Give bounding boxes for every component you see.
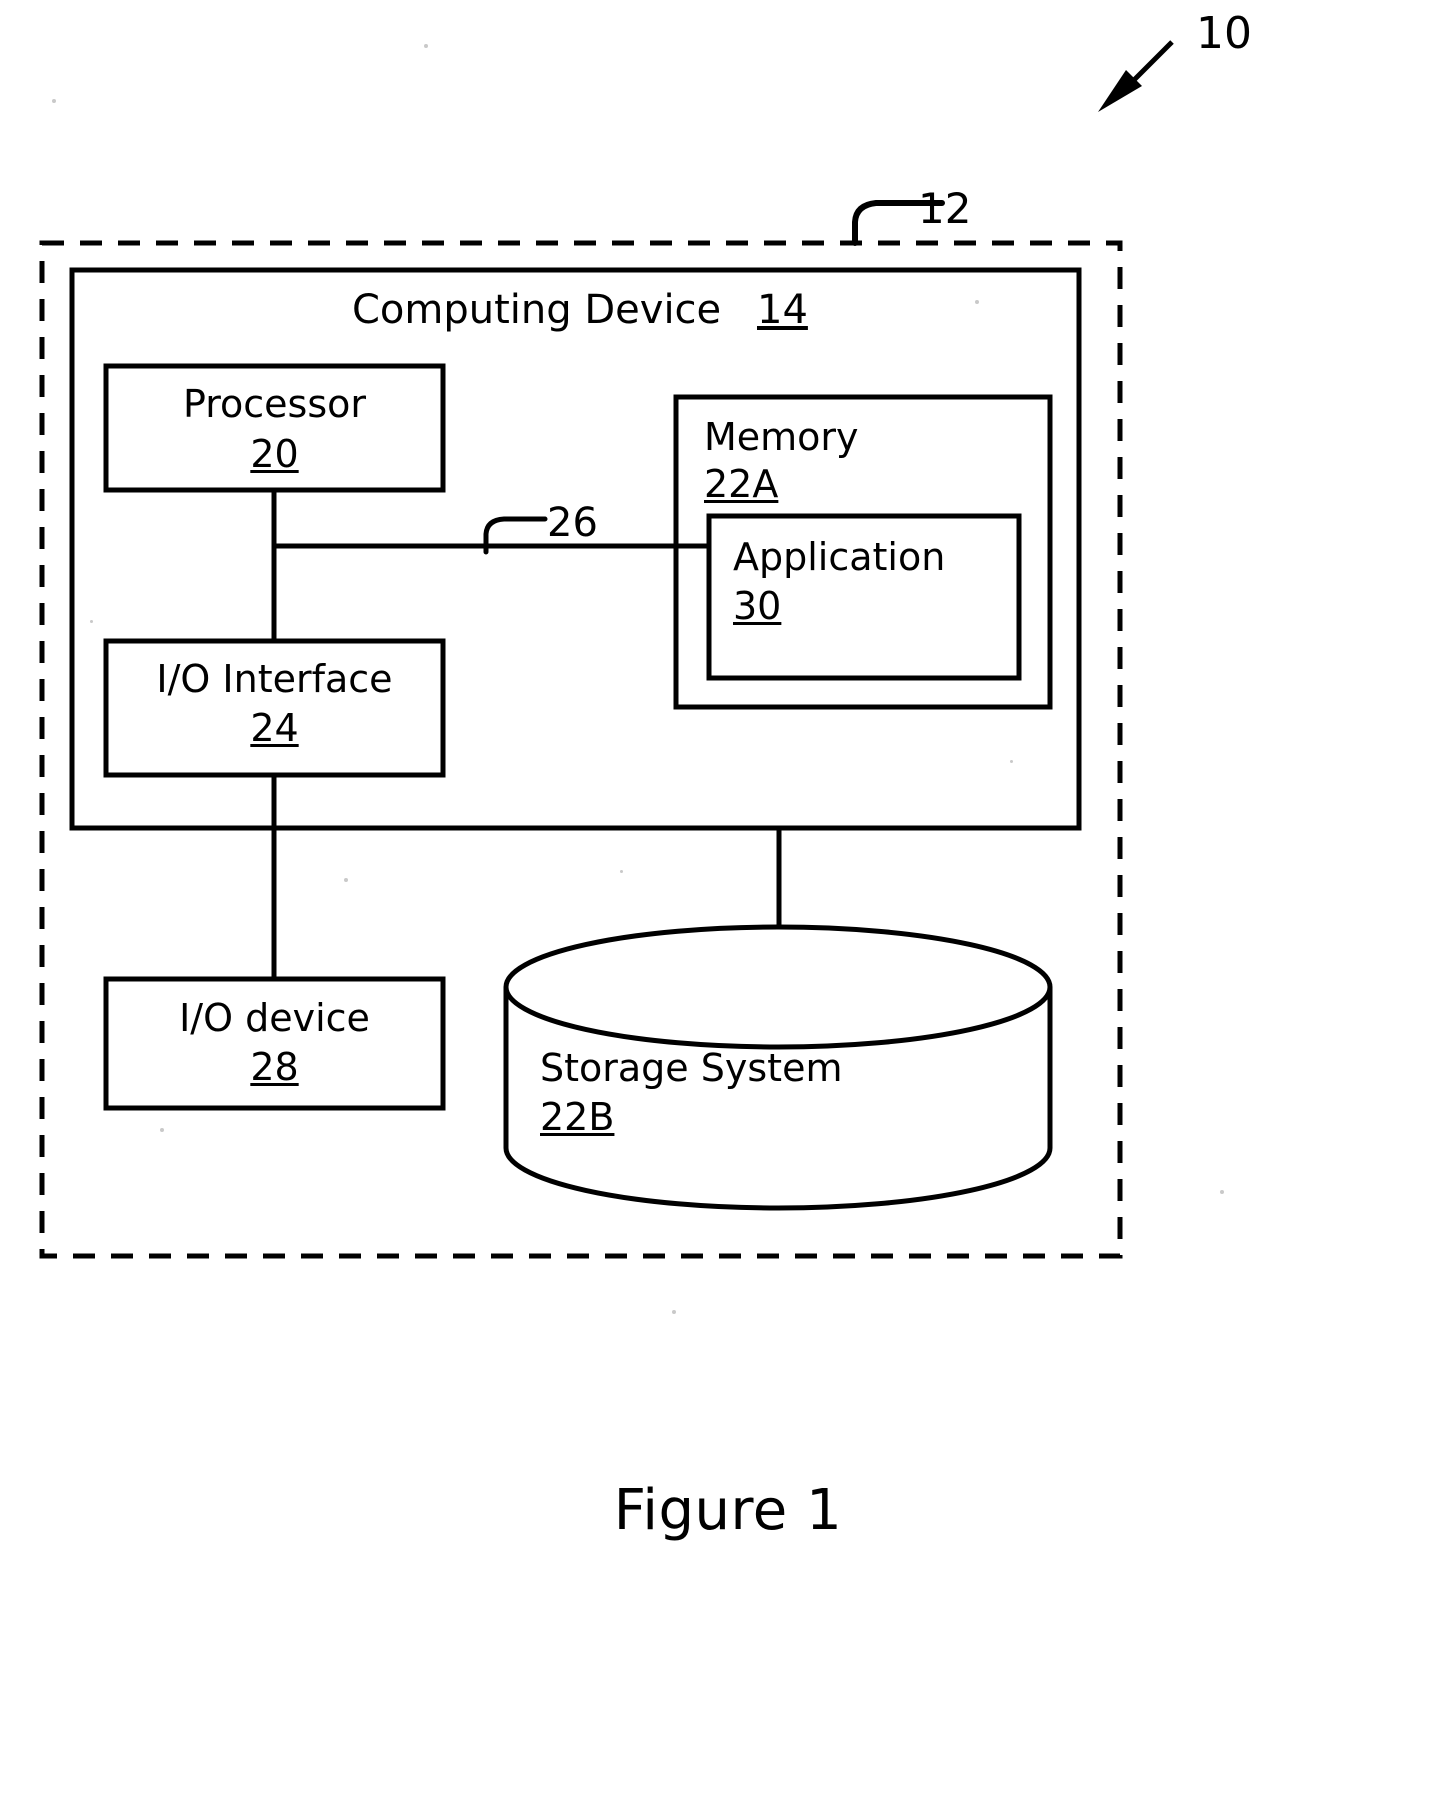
io-device-ref: 28 bbox=[250, 1045, 299, 1089]
processor-label: Processor bbox=[182, 382, 367, 426]
io-interface-ref: 24 bbox=[250, 706, 299, 750]
system-ref-leader-arrow bbox=[1098, 40, 1174, 112]
figure-caption: Figure 1 bbox=[613, 1478, 843, 1543]
storage-system-label: Storage System bbox=[540, 1046, 843, 1090]
figure-canvas: 10 12 Computing Device 14 Processor 20 M… bbox=[0, 0, 1456, 1815]
application-ref: 30 bbox=[733, 584, 782, 628]
computing-device-title: Computing Device bbox=[352, 287, 722, 333]
io-interface-label: I/O Interface bbox=[156, 657, 393, 701]
scan-speck bbox=[52, 99, 56, 103]
scan-speck bbox=[672, 1310, 676, 1314]
scan-speck bbox=[90, 620, 93, 623]
storage-system-ref: 22B bbox=[540, 1095, 615, 1139]
computing-device-ref: 14 bbox=[757, 287, 808, 333]
scan-speck bbox=[424, 44, 428, 48]
scan-speck bbox=[160, 1128, 164, 1132]
scan-speck bbox=[344, 878, 348, 882]
memory-ref: 22A bbox=[704, 462, 779, 506]
io-device-label: I/O device bbox=[179, 996, 370, 1040]
scan-speck bbox=[620, 870, 623, 873]
memory-label: Memory bbox=[704, 415, 859, 459]
scan-speck bbox=[1220, 1190, 1224, 1194]
system-ref-label: 10 bbox=[1196, 8, 1252, 59]
scan-speck bbox=[975, 300, 979, 304]
bus-ref-leader bbox=[483, 516, 548, 555]
bus-ref-label: 26 bbox=[547, 500, 598, 546]
environment-ref-label: 12 bbox=[918, 184, 972, 233]
processor-ref: 20 bbox=[250, 432, 299, 476]
scan-speck bbox=[1010, 760, 1013, 763]
application-label: Application bbox=[733, 535, 946, 579]
